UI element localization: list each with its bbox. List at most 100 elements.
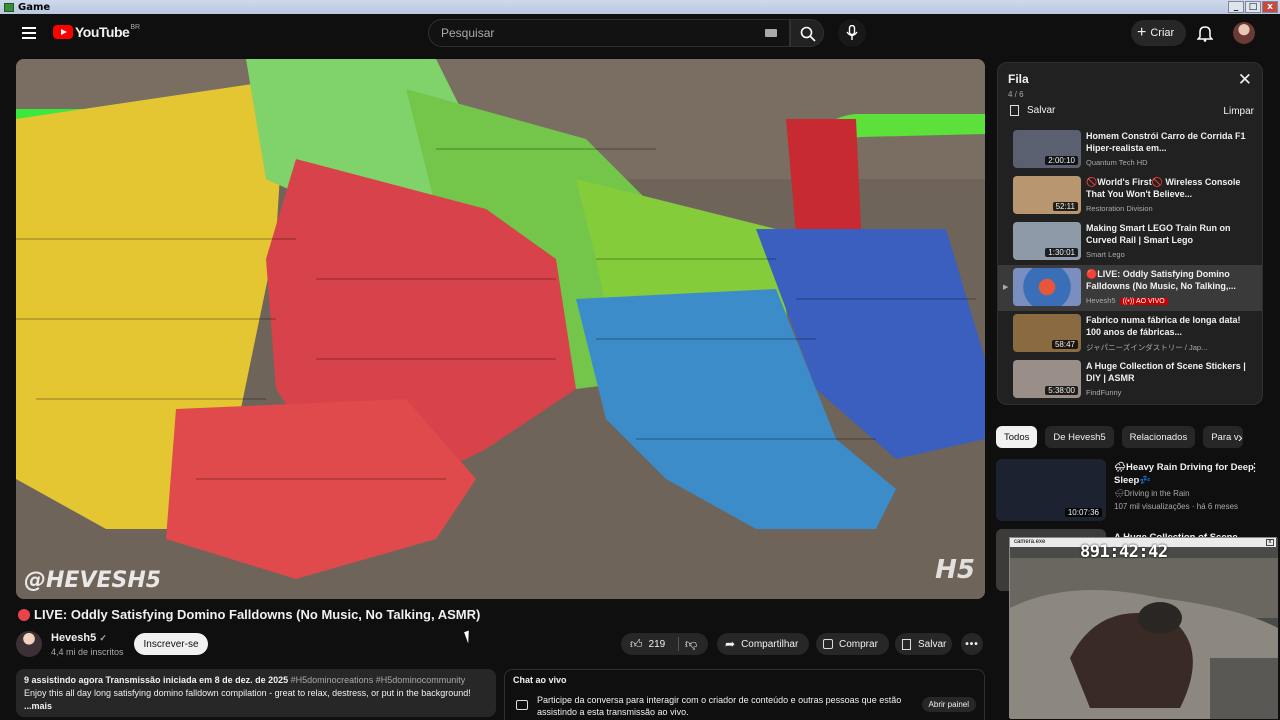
create-button[interactable]: + Criar [1131,20,1186,46]
share-button[interactable]: ➦ Compartilhar [717,633,809,655]
like-count: 219 [648,638,666,650]
filter-chips: Todos De Hevesh5 Relacionados Para v [996,426,1244,448]
duration-badge: 52:11 [1052,202,1078,211]
bookmark-icon [902,638,911,650]
queue-save-label: Salvar [1027,105,1056,116]
queue-save-button[interactable]: Salvar [1010,105,1055,116]
dislike-button[interactable]: 👎︎ [685,637,697,652]
queue-count: 4 / 6 [1008,90,1024,99]
webcam-timer: 891:42:42 [1080,542,1168,562]
queue-channel-text: Hevesh5 [1086,296,1116,305]
queue-thumbnail: 58:47 [1013,314,1081,352]
video-title-text: LIVE: Oddly Satisfying Domino Falldowns … [34,607,481,622]
chip-all[interactable]: Todos [996,426,1038,448]
queue-item[interactable]: 58:47 Fabrico numa fábrica de longa data… [998,311,1262,357]
chat-message: Participe da conversa para interagir com… [537,695,902,717]
queue-item-title: Fabrico numa fábrica de longa data! 100 … [1086,315,1241,337]
webcam-overlay-window[interactable]: camera.exe x 891:42:42 [1009,537,1278,719]
youtube-play-icon [53,25,73,39]
save-label: Salvar [918,638,947,650]
chevron-right-icon[interactable]: › [1238,429,1243,445]
recommended-views: 107 mil visualizações · há 6 meses [1114,502,1239,511]
search-input[interactable] [441,26,741,40]
voice-search-button[interactable] [838,19,866,47]
keyboard-icon[interactable] [765,29,777,37]
youtube-logo[interactable]: YouTube BR [53,24,140,40]
chip-related[interactable]: Relacionados [1121,426,1196,448]
close-window-button[interactable]: x [1262,1,1278,13]
queue-item[interactable]: 2:00:10 Homem Constrói Carro de Corrida … [998,127,1262,173]
logo-country: BR [130,23,141,31]
bookmark-icon [1010,105,1019,116]
queue-thumbnail: 5:38:00 [1013,360,1081,398]
plus-icon: + [1137,24,1147,41]
recommended-channel: 🌧Driving in the Rain [1114,489,1190,498]
chat-bubble-icon [516,700,528,710]
youtube-header: YouTube BR + Criar [0,14,1280,54]
search-button[interactable] [790,19,824,47]
recommended-video[interactable]: 10:07:36 🌧Heavy Rain Driving for Deep Sl… [996,459,1274,527]
now-playing-icon: ▶ [1003,284,1009,291]
channel-name[interactable]: Hevesh5 ✓ [51,632,107,644]
search-box [428,19,790,47]
queue-item-channel: ジャパニーズインダストリー / Jap... [1086,343,1208,352]
queue-item-title: 🔴LIVE: Oddly Satisfying Domino Falldowns… [1086,269,1236,291]
save-button[interactable]: Salvar [895,633,952,655]
queue-item[interactable]: 52:11 🚫World's First🚫 Wireless Console T… [998,173,1262,219]
description-tags[interactable]: #H5dominocreations #H5dominocommunity [291,675,466,685]
domino-video-frame [16,59,985,599]
more-vert-icon[interactable]: ⋮ [1249,461,1260,474]
queue-item-title: Making Smart LEGO Train Run on Curved Ra… [1086,223,1231,245]
queue-item-channel: Quantum Tech HD [1086,158,1148,167]
queue-item[interactable]: 1:30:01 Making Smart LEGO Train Run on C… [998,219,1262,265]
hamburger-menu-icon[interactable] [22,27,36,39]
channel-avatar[interactable] [16,631,42,657]
like-divider [678,637,679,651]
logo-text: YouTube [75,24,130,40]
video-title: LIVE: Oddly Satisfying Domino Falldowns … [18,607,480,622]
webcam-filename: camera.exe [1014,539,1046,545]
notifications-bell-icon[interactable] [1197,24,1213,42]
shopping-bag-icon [823,639,833,649]
recommended-thumbnail: 10:07:36 [996,459,1106,521]
queue-item-title: Homem Constrói Carro de Corrida F1 Hiper… [1086,131,1246,153]
chip-from-channel[interactable]: De Hevesh5 [1045,426,1114,448]
queue-clear-button[interactable]: Limpar [1223,106,1254,117]
buy-label: Comprar [839,638,878,650]
like-dislike-group: 👍︎ 219 👎︎ [621,633,708,655]
verified-icon: ✓ [99,633,107,643]
maximize-button[interactable]: □ [1245,1,1261,13]
chat-title: Chat ao vivo [513,675,567,685]
live-red-dot-icon [18,608,30,621]
video-player[interactable]: @HEVESH5 H5 [16,59,985,599]
description-box[interactable]: 9 assistindo agora Transmissão iniciada … [16,669,496,717]
queue-thumbnail: 2:00:10 [1013,130,1081,168]
open-chat-button[interactable]: Abrir painel [921,697,976,712]
close-queue-icon[interactable]: ✕ [1238,71,1252,88]
window-title: Game [18,1,51,13]
thumbs-down-icon: 👎︎ [685,636,698,651]
duration-badge: 2:00:10 [1045,156,1078,165]
queue-item[interactable]: 5:38:00 A Huge Collection of Scene Stick… [998,357,1262,403]
window-controls: _ □ x [1228,1,1278,13]
queue-item-current[interactable]: ▶ 🔴LIVE: Oddly Satisfying Domino Falldow… [998,265,1262,311]
more-actions-button[interactable]: ••• [961,633,983,655]
buy-button[interactable]: Comprar [816,633,889,655]
user-avatar[interactable] [1233,22,1255,44]
duration-badge: 58:47 [1051,340,1078,349]
window-titlebar: Game _ □ x [0,0,1280,14]
subscribe-button[interactable]: Inscrever-se [134,633,208,655]
queue-thumbnail: 1:30:01 [1013,222,1081,260]
webcam-close-icon[interactable]: x [1266,539,1274,546]
minimize-button[interactable]: _ [1228,1,1244,13]
like-button[interactable]: 👍︎ 219 [621,637,665,652]
queue-item-title: 🚫World's First🚫 Wireless Console That Yo… [1086,177,1241,199]
share-arrow-icon: ➦ [725,637,736,651]
search-icon [800,26,816,42]
duration-badge: 10:07:36 [1064,508,1102,517]
description-more[interactable]: ...mais [24,700,488,713]
queue-thumbnail [1013,268,1081,306]
queue-list: 2:00:10 Homem Constrói Carro de Corrida … [998,127,1262,403]
microphone-icon [846,25,858,40]
channel-subscribers: 4,4 mi de inscritos [51,647,124,657]
